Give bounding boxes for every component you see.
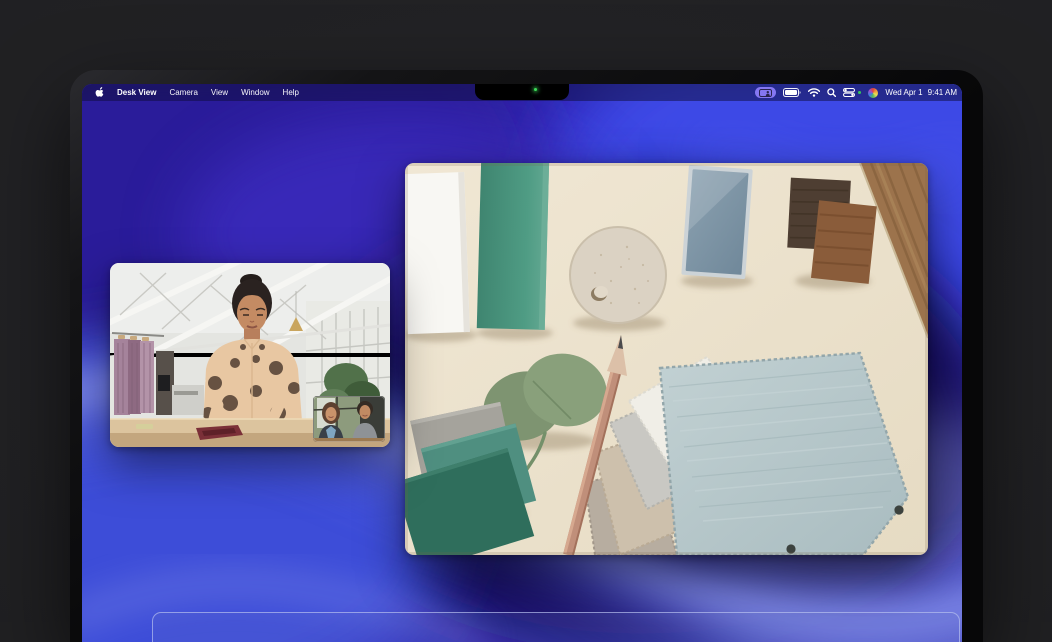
battery-icon[interactable]: [783, 88, 801, 97]
control-center-icon[interactable]: [843, 88, 855, 97]
macbook-bezel: Desk View Camera View Window Help: [70, 70, 983, 642]
wifi-icon[interactable]: [808, 88, 820, 97]
background-window-edge[interactable]: [152, 612, 960, 642]
desk-view-indicator-icon[interactable]: [755, 87, 776, 98]
facetime-call-window[interactable]: [110, 263, 390, 447]
menu-camera[interactable]: Camera: [169, 88, 197, 97]
green-tile: [477, 163, 549, 330]
apple-menu[interactable]: [95, 87, 104, 98]
clock-time: 9:41 AM: [928, 88, 957, 97]
status-green-dot: [858, 91, 861, 94]
camera-notch: [475, 84, 569, 100]
menu-view[interactable]: View: [211, 88, 228, 97]
photo-backdrop: Desk View Camera View Window Help: [0, 0, 1052, 622]
white-tile: [405, 172, 470, 334]
search-icon[interactable]: [827, 88, 836, 97]
menu-bar-clock[interactable]: Wed Apr 1 9:41 AM: [885, 88, 957, 97]
felt-disc: [570, 227, 666, 323]
menu-window[interactable]: Window: [241, 88, 269, 97]
apple-logo-icon: [95, 87, 104, 98]
brown-wood-sample: [811, 200, 877, 284]
pip-remote-participants[interactable]: [313, 396, 385, 442]
camera-indicator-led: [534, 88, 537, 91]
macbook-screen: Desk View Camera View Window Help: [82, 84, 962, 642]
menu-help[interactable]: Help: [283, 88, 299, 97]
desk-view-window[interactable]: [405, 163, 928, 555]
clock-date: Wed Apr 1: [885, 88, 922, 97]
menu-app-name[interactable]: Desk View: [117, 88, 156, 97]
blue-tile: [681, 165, 753, 279]
siri-orb-icon[interactable]: [868, 88, 878, 98]
